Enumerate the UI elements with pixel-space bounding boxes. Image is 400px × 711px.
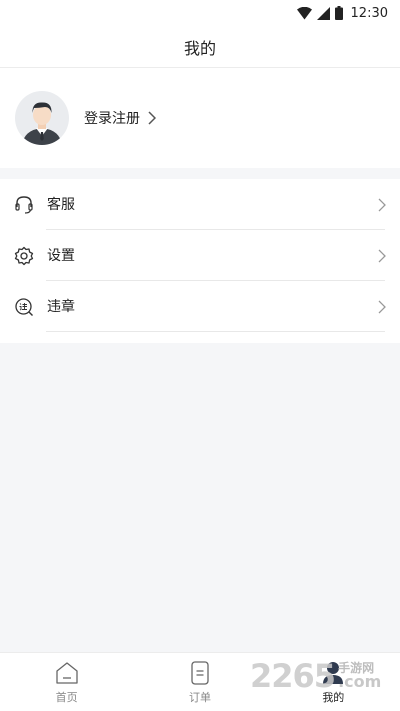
bottom-tab-bar: 首页 订单 我的 bbox=[0, 652, 400, 711]
chevron-right-icon bbox=[148, 111, 156, 125]
tab-home[interactable]: 首页 bbox=[0, 653, 133, 711]
menu-item-label: 违章 bbox=[47, 299, 75, 315]
tab-profile[interactable]: 我的 bbox=[267, 653, 400, 711]
divider bbox=[46, 331, 385, 332]
chevron-right-icon bbox=[378, 300, 386, 314]
app-header: 我的 bbox=[0, 26, 400, 68]
menu-item-customer-service[interactable]: 客服 bbox=[0, 179, 400, 230]
menu-list: 客服 设置 违章 bbox=[0, 179, 400, 343]
chevron-right-icon bbox=[378, 249, 386, 263]
violation-icon bbox=[15, 298, 33, 316]
menu-item-label: 设置 bbox=[47, 248, 75, 264]
menu-item-settings[interactable]: 设置 bbox=[0, 230, 400, 281]
tab-label: 首页 bbox=[55, 691, 78, 704]
page-title: 我的 bbox=[183, 38, 216, 58]
tab-label: 订单 bbox=[188, 691, 211, 704]
profile-icon bbox=[323, 662, 344, 684]
login-register-link[interactable]: 登录注册 bbox=[84, 107, 156, 129]
menu-item-label: 客服 bbox=[47, 197, 75, 213]
status-bar: 12:30 bbox=[0, 0, 400, 26]
tab-orders[interactable]: 订单 bbox=[133, 653, 266, 711]
signal-icon bbox=[316, 6, 330, 20]
chevron-right-icon bbox=[378, 198, 386, 212]
login-register-label: 登录注册 bbox=[84, 111, 140, 127]
order-icon bbox=[191, 661, 209, 685]
battery-icon bbox=[334, 6, 343, 20]
gear-icon bbox=[14, 246, 34, 266]
menu-item-violations[interactable]: 违章 bbox=[0, 281, 400, 332]
profile-card: 登录注册 bbox=[0, 68, 400, 168]
status-icons: 12:30 bbox=[296, 5, 388, 21]
wifi-icon bbox=[296, 6, 312, 19]
status-time: 12:30 bbox=[350, 5, 388, 21]
avatar-icon[interactable] bbox=[15, 91, 69, 145]
home-icon bbox=[56, 662, 78, 684]
tab-label: 我的 bbox=[322, 691, 345, 704]
headset-icon bbox=[15, 196, 33, 214]
